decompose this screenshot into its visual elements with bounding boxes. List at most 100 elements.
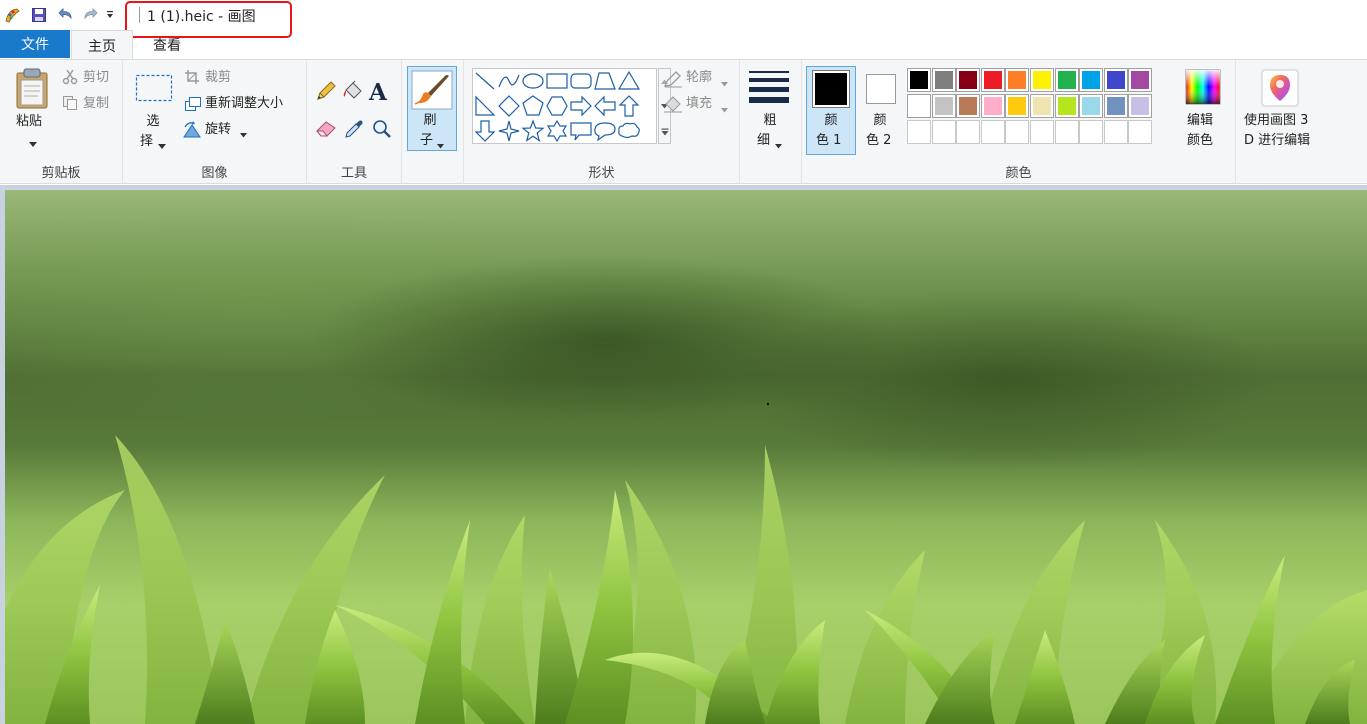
- palette-swatch[interactable]: [980, 94, 1005, 118]
- copy-button[interactable]: 复制: [83, 94, 109, 114]
- outline-dropdown-icon[interactable]: [721, 76, 728, 91]
- shape-six-point-star-icon[interactable]: [545, 119, 569, 143]
- palette-swatch[interactable]: [1103, 68, 1128, 92]
- shape-triangle-icon[interactable]: [617, 69, 641, 93]
- magnifier-icon[interactable]: [371, 118, 393, 144]
- shape-line-icon[interactable]: [473, 69, 497, 93]
- palette-swatch[interactable]: [931, 94, 956, 118]
- palette-swatch[interactable]: [1054, 68, 1079, 92]
- size-dropdown-icon[interactable]: [775, 138, 782, 153]
- paint-app-icon[interactable]: [0, 4, 26, 26]
- shape-right-arrow-icon[interactable]: [569, 94, 593, 118]
- rotate-button[interactable]: 旋转: [205, 120, 231, 140]
- customize-dropdown-icon[interactable]: [104, 4, 116, 26]
- shape-rect-callout-icon[interactable]: [569, 119, 593, 143]
- scissors-icon: [62, 69, 78, 89]
- rotate-dropdown-icon[interactable]: [240, 127, 247, 142]
- palette-swatch-custom[interactable]: [1005, 120, 1030, 144]
- shape-diamond-icon[interactable]: [497, 94, 521, 118]
- paint3d-button[interactable]: [1261, 69, 1299, 111]
- palette-swatch-custom[interactable]: [1054, 120, 1079, 144]
- shape-curve-icon[interactable]: [497, 69, 521, 93]
- palette-swatch-fill: [1033, 97, 1051, 115]
- color-picker-icon[interactable]: [343, 118, 365, 144]
- palette-swatch-fill: [910, 97, 928, 115]
- shape-hexagon-icon[interactable]: [545, 94, 569, 118]
- shape-four-point-star-icon[interactable]: [497, 119, 521, 143]
- palette-swatch[interactable]: [1079, 68, 1104, 92]
- palette-swatch-custom[interactable]: [1128, 120, 1153, 144]
- shape-oval-icon[interactable]: [521, 69, 545, 93]
- palette-swatch-custom[interactable]: [1079, 120, 1104, 144]
- edit-colors-icon[interactable]: [1185, 69, 1221, 109]
- palette-swatch-custom[interactable]: [956, 120, 981, 144]
- shape-left-arrow-icon[interactable]: [593, 94, 617, 118]
- shape-up-arrow-icon[interactable]: [617, 94, 641, 118]
- palette-swatch[interactable]: [1030, 68, 1054, 92]
- palette-swatch[interactable]: [1005, 94, 1030, 118]
- paint3d-label-2: D 进行编辑: [1244, 133, 1311, 148]
- fill-bucket-icon[interactable]: [342, 80, 366, 106]
- shape-cloud-callout-icon[interactable]: [617, 119, 641, 143]
- palette-swatch[interactable]: [907, 68, 931, 92]
- shape-pentagon-icon[interactable]: [521, 94, 545, 118]
- tab-view[interactable]: 查看: [136, 30, 198, 60]
- palette-swatch-custom[interactable]: [907, 120, 931, 144]
- size-label-1: 粗: [763, 113, 777, 128]
- shape-rectangle-icon[interactable]: [545, 69, 569, 93]
- crop-button[interactable]: 裁剪: [205, 68, 231, 88]
- text-icon[interactable]: A: [369, 79, 387, 106]
- tab-file[interactable]: 文件: [0, 30, 70, 58]
- palette-swatch[interactable]: [1128, 94, 1153, 118]
- palette-swatch[interactable]: [956, 94, 981, 118]
- color2-button[interactable]: [866, 74, 896, 104]
- group-brushes: 刷 子: [402, 60, 464, 184]
- palette-swatch-fill: [1057, 97, 1076, 115]
- shape-right-triangle-icon[interactable]: [473, 94, 497, 118]
- palette-swatch[interactable]: [931, 68, 956, 92]
- palette-swatch[interactable]: [1005, 68, 1030, 92]
- eraser-icon[interactable]: [315, 118, 339, 142]
- drawing-canvas[interactable]: [5, 190, 1367, 724]
- palette-swatch[interactable]: [907, 94, 931, 118]
- palette-swatch[interactable]: [1128, 68, 1153, 92]
- shape-rounded-rectangle-icon[interactable]: [569, 69, 593, 93]
- shape-five-point-star-icon[interactable]: [521, 119, 545, 143]
- redo-icon[interactable]: [78, 4, 104, 26]
- fill-dropdown-icon[interactable]: [721, 102, 728, 117]
- palette-swatch-custom[interactable]: [1103, 120, 1128, 144]
- shape-oval-callout-icon[interactable]: [593, 119, 617, 143]
- gallery-expand-icon[interactable]: [659, 119, 670, 144]
- undo-icon[interactable]: [52, 4, 78, 26]
- tab-home[interactable]: 主页: [71, 30, 133, 60]
- select-dropdown-icon[interactable]: [158, 139, 166, 154]
- save-icon[interactable]: [26, 4, 52, 26]
- paste-dropdown-icon[interactable]: [29, 137, 37, 152]
- resize-button[interactable]: 重新调整大小: [205, 94, 283, 114]
- palette-swatch[interactable]: [1054, 94, 1079, 118]
- size-label-2: 细: [757, 133, 771, 148]
- outline-button[interactable]: 轮廓: [686, 68, 712, 88]
- palette-swatch-custom[interactable]: [1030, 120, 1054, 144]
- cut-button[interactable]: 剪切: [83, 68, 109, 88]
- rotate-icon: [182, 121, 202, 143]
- palette-swatch[interactable]: [1079, 94, 1104, 118]
- paint3d-icon: [1261, 69, 1299, 107]
- line-size-icon[interactable]: [748, 70, 790, 108]
- palette-swatch[interactable]: [980, 68, 1005, 92]
- brushes-dropdown-icon[interactable]: [437, 138, 444, 153]
- select-button[interactable]: [135, 74, 173, 106]
- palette-swatch-custom[interactable]: [931, 120, 956, 144]
- shape-down-arrow-icon[interactable]: [473, 119, 497, 143]
- palette-swatch-custom[interactable]: [980, 120, 1005, 144]
- fill-button[interactable]: 填充: [686, 94, 712, 114]
- palette-swatch[interactable]: [956, 68, 981, 92]
- palette-swatch-fill: [1131, 71, 1150, 89]
- shape-polygon-icon[interactable]: [593, 69, 617, 93]
- palette-swatch[interactable]: [1030, 94, 1054, 118]
- paste-button[interactable]: [14, 68, 50, 114]
- pencil-icon[interactable]: [315, 80, 337, 106]
- group-size: 粗 细: [740, 60, 802, 184]
- palette-swatch[interactable]: [1103, 94, 1128, 118]
- title-bar: 1 (1).heic - 画图: [0, 0, 1367, 38]
